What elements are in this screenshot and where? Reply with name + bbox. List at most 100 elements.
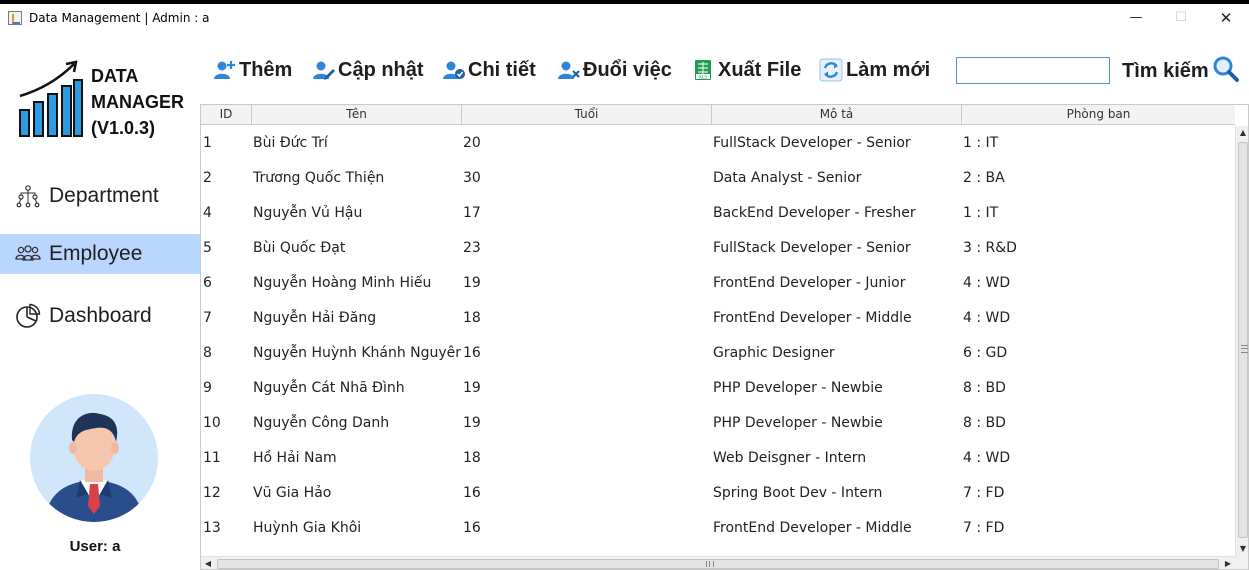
table-row[interactable]: 5 Bùi Quốc Đạt 23 FullStack Developer - …: [201, 231, 1235, 266]
table-row[interactable]: 12 Vũ Gia Hảo 16 Spring Boot Dev - Inter…: [201, 476, 1235, 511]
scroll-up-arrow-icon[interactable]: ▲: [1236, 126, 1248, 140]
cell-description: FrontEnd Developer - Middle: [713, 520, 912, 536]
vertical-scroll-thumb[interactable]: [1238, 142, 1248, 538]
employee-table: ID Tên Tuổi Mô tả Phòng ban 1 Bùi Đức Tr…: [200, 104, 1249, 570]
app-window: Data Management | Admin : a — ☐ ✕ DATA M…: [0, 0, 1249, 570]
cell-department: 1 : IT: [963, 135, 999, 151]
people-group-icon: [13, 244, 43, 264]
cell-description: FrontEnd Developer - Junior: [713, 275, 906, 291]
toolbar: Thêm Cập nhật Chi tiết Đuổi việc XLS Xuấ…: [200, 32, 1249, 102]
sidebar-item-dashboard[interactable]: Dashboard: [0, 296, 200, 336]
sidebar-item-label: Employee: [49, 242, 143, 265]
cell-description: Spring Boot Dev - Intern: [713, 485, 883, 501]
cell-description: FullStack Developer - Senior: [713, 135, 911, 151]
detail-button[interactable]: Chi tiết: [440, 56, 536, 84]
table-row[interactable]: 1 Bùi Đức Trí 20 FullStack Developer - S…: [201, 126, 1235, 161]
table-row[interactable]: 10 Nguyễn Công Danh 19 PHP Developer - N…: [201, 406, 1235, 441]
maximize-button[interactable]: ☐: [1158, 8, 1204, 30]
cell-id: 13: [203, 520, 221, 536]
scroll-right-arrow-icon[interactable]: ▶: [1221, 557, 1235, 569]
add-user-icon: [211, 58, 237, 82]
cell-id: 5: [203, 240, 212, 256]
cell-department: 8 : BD: [963, 415, 1006, 431]
table-header: ID Tên Tuổi Mô tả Phòng ban: [201, 105, 1235, 125]
table-row[interactable]: 6 Nguyễn Hoàng Minh Hiếu 19 FrontEnd Dev…: [201, 266, 1235, 301]
cell-age: 18: [463, 450, 481, 466]
grip-icon: [706, 561, 714, 567]
cell-age: 19: [463, 380, 481, 396]
column-header-id[interactable]: ID: [201, 105, 252, 125]
update-button[interactable]: Cập nhật: [310, 56, 424, 84]
search-label: Tìm kiếm: [1122, 60, 1209, 82]
sidebar-item-label: Department: [49, 184, 159, 207]
cell-description: Graphic Designer: [713, 345, 835, 361]
search-input[interactable]: [956, 57, 1110, 84]
cell-department: 1 : IT: [963, 205, 999, 221]
column-header-description[interactable]: Mô tả: [712, 105, 962, 125]
cell-age: 16: [463, 345, 481, 361]
window-title: Data Management | Admin : a: [29, 11, 210, 25]
cell-id: 10: [203, 415, 221, 431]
remove-user-icon: [555, 58, 581, 82]
user-check-icon: [440, 58, 466, 82]
scroll-corner: [1235, 556, 1248, 569]
export-button[interactable]: XLS Xuất File: [690, 56, 801, 84]
cell-department: 4 : WD: [963, 275, 1011, 291]
cell-department: 3 : R&D: [963, 240, 1017, 256]
table-row[interactable]: 2 Trương Quốc Thiện 30 Data Analyst - Se…: [201, 161, 1235, 196]
fire-button[interactable]: Đuổi việc: [555, 56, 672, 84]
sidebar-item-department[interactable]: Department: [0, 176, 200, 216]
grip-icon: [1241, 345, 1248, 353]
cell-description: PHP Developer - Newbie: [713, 415, 883, 431]
cell-name: Bùi Đức Trí: [253, 135, 328, 151]
refresh-icon: [818, 58, 844, 82]
cell-id: 7: [203, 310, 212, 326]
sidebar-item-employee[interactable]: Employee: [0, 234, 200, 274]
user-avatar: [30, 394, 158, 522]
column-header-age[interactable]: Tuổi: [462, 105, 712, 125]
cell-name: Bùi Quốc Đạt: [253, 240, 346, 256]
app-logo-text: DATA MANAGER (V1.0.3): [91, 63, 184, 141]
scroll-left-arrow-icon[interactable]: ◀: [201, 557, 215, 569]
vertical-scrollbar[interactable]: ▲ ▼: [1235, 126, 1248, 556]
cell-description: PHP Developer - Newbie: [713, 380, 883, 396]
cell-age: 18: [463, 310, 481, 326]
cell-age: 30: [463, 170, 481, 186]
table-row[interactable]: 7 Nguyễn Hải Đăng 18 FrontEnd Developer …: [201, 301, 1235, 336]
close-button[interactable]: ✕: [1203, 8, 1249, 30]
cell-description: FrontEnd Developer - Middle: [713, 310, 912, 326]
cell-description: FullStack Developer - Senior: [713, 240, 911, 256]
cell-name: Nguyễn Vủ Hậu: [253, 205, 363, 221]
cell-age: 16: [463, 485, 481, 501]
add-button[interactable]: Thêm: [211, 56, 292, 84]
table-row[interactable]: 9 Nguyễn Cát Nhã Đình 19 PHP Developer -…: [201, 371, 1235, 406]
cell-name: Nguyễn Huỳnh Khánh Nguyên: [253, 345, 461, 361]
refresh-label: Làm mới: [846, 58, 931, 81]
scroll-down-arrow-icon[interactable]: ▼: [1236, 542, 1248, 556]
cell-department: 4 : WD: [963, 310, 1011, 326]
cell-id: 4: [203, 205, 212, 221]
table-row[interactable]: 11 Hồ Hải Nam 18 Web Deisgner - Intern 4…: [201, 441, 1235, 476]
cell-description: Data Analyst - Senior: [713, 170, 862, 186]
excel-file-icon: XLS: [690, 58, 716, 82]
table-row[interactable]: 8 Nguyễn Huỳnh Khánh Nguyên 16 Graphic D…: [201, 336, 1235, 371]
logo-line-2: MANAGER: [91, 92, 184, 112]
minimize-button[interactable]: —: [1113, 8, 1159, 30]
column-header-department[interactable]: Phòng ban: [962, 105, 1235, 125]
horizontal-scroll-thumb[interactable]: [217, 559, 1219, 569]
bar-chart-growth-icon: [19, 60, 83, 137]
cell-id: 2: [203, 170, 212, 186]
java-app-icon: [8, 11, 22, 25]
cell-department: 4 : WD: [963, 450, 1011, 466]
cell-name: Huỳnh Gia Khôi: [253, 520, 362, 536]
horizontal-scrollbar[interactable]: ◀ ▶: [201, 556, 1235, 569]
search-icon[interactable]: [1212, 55, 1240, 83]
user-label: User: a: [69, 538, 121, 555]
cell-description: Web Deisgner - Intern: [713, 450, 867, 466]
cell-department: 6 : GD: [963, 345, 1008, 361]
refresh-button[interactable]: Làm mới: [818, 56, 930, 84]
column-header-name[interactable]: Tên: [252, 105, 462, 125]
cell-age: 17: [463, 205, 481, 221]
table-row[interactable]: 4 Nguyễn Vủ Hậu 17 BackEnd Developer - F…: [201, 196, 1235, 231]
table-row[interactable]: 13 Huỳnh Gia Khôi 16 FrontEnd Developer …: [201, 511, 1235, 546]
